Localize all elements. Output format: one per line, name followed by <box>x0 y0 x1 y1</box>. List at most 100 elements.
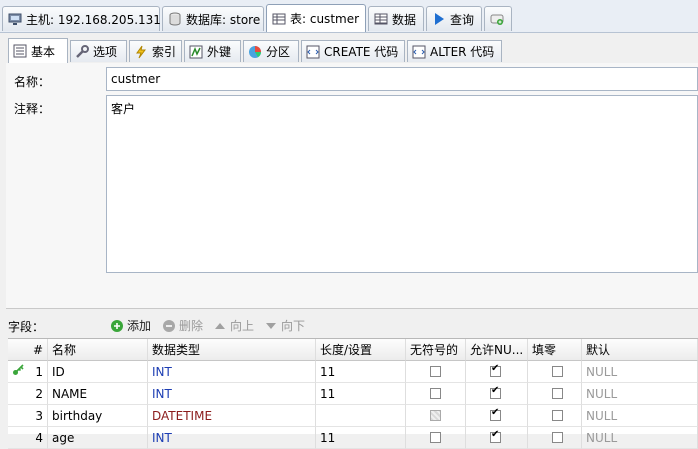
zerofill-cell <box>528 427 582 449</box>
allow-null-checkbox[interactable] <box>490 407 501 421</box>
tab-partitions-label: 分区 <box>266 45 291 59</box>
zerofill-checkbox[interactable] <box>552 432 563 443</box>
move-up-button[interactable]: 向上 <box>213 317 254 334</box>
data-type-cell[interactable]: INT <box>148 383 316 405</box>
default-cell[interactable]: NULL <box>582 383 698 405</box>
zerofill-checkbox[interactable] <box>552 366 563 377</box>
data-type-cell[interactable]: DATETIME <box>148 405 316 427</box>
allow-null-checkbox[interactable] <box>490 429 501 443</box>
default-cell[interactable]: NULL <box>582 427 698 449</box>
unsigned-cell <box>406 383 466 405</box>
zerofill-cell <box>528 361 582 383</box>
allow-null-cell <box>466 383 528 405</box>
fields-toolbar: 字段： 添加 删除 向上 向下 <box>6 315 698 335</box>
tab-options-label: 选项 <box>93 45 118 59</box>
field-name-cell[interactable]: ID <box>48 361 148 383</box>
grid-header-row: # 名称 数据类型 长度/设置 无符号的 允许NU... 填零 默认 <box>8 339 698 361</box>
header-type[interactable]: 数据类型 <box>148 339 316 361</box>
play-icon <box>435 13 444 25</box>
allow-null-cell <box>466 361 528 383</box>
remove-icon <box>163 319 175 332</box>
header-num[interactable]: # <box>8 339 48 361</box>
row-number-cell: 4 <box>8 427 48 449</box>
header-allow-null[interactable]: 允许NU... <box>466 339 528 361</box>
delete-field-label: 删除 <box>179 319 204 333</box>
tab-data[interactable]: 数据 <box>368 6 424 31</box>
default-cell[interactable]: NULL <box>582 361 698 383</box>
name-label: 名称： <box>14 75 51 89</box>
grid-icon <box>374 13 388 25</box>
table-editor-panel: 基本 选项 索引 外键 分区 CREATE 代码 ALTER 代码 名称： cu… <box>6 33 698 449</box>
tab-foreign-keys[interactable]: 外键 <box>184 40 241 62</box>
comment-textarea[interactable]: 客户 <box>106 95 698 273</box>
header-length[interactable]: 长度/设置 <box>316 339 406 361</box>
unsigned-checkbox[interactable] <box>430 410 441 421</box>
foreign-key-icon <box>189 45 203 58</box>
tab-basic[interactable]: 基本 <box>8 38 68 63</box>
row-number-cell: 2 <box>8 383 48 405</box>
header-default[interactable]: 默认 <box>582 339 698 361</box>
zerofill-checkbox[interactable] <box>552 388 563 399</box>
new-query-tab-button[interactable] <box>484 6 512 31</box>
default-cell[interactable]: NULL <box>582 405 698 427</box>
add-field-button[interactable]: 添加 <box>110 317 151 334</box>
code-icon <box>306 45 320 58</box>
lightning-icon <box>136 45 146 58</box>
header-name[interactable]: 名称 <box>48 339 148 361</box>
tab-create-code[interactable]: CREATE 代码 <box>301 40 405 62</box>
new-query-icon <box>490 14 504 25</box>
name-input[interactable]: custmer <box>106 67 698 91</box>
tab-partitions[interactable]: 分区 <box>243 40 299 62</box>
tab-query-label: 查询 <box>450 12 475 27</box>
length-cell[interactable]: 11 <box>316 383 406 405</box>
tab-host[interactable]: 主机: 192.168.205.131 <box>2 6 161 31</box>
zerofill-cell <box>528 383 582 405</box>
field-name-cell[interactable]: NAME <box>48 383 148 405</box>
unsigned-checkbox[interactable] <box>430 432 441 443</box>
move-down-button[interactable]: 向下 <box>264 317 305 334</box>
tab-indexes[interactable]: 索引 <box>129 40 182 62</box>
allow-null-checkbox[interactable] <box>490 363 501 377</box>
tab-table[interactable]: 表: custmer <box>266 4 366 32</box>
table-row[interactable]: 2 NAMEINT11 NULL <box>8 383 698 405</box>
field-name-cell[interactable]: birthday <box>48 405 148 427</box>
tab-alter-code[interactable]: ALTER 代码 <box>407 40 502 62</box>
length-cell[interactable] <box>316 405 406 427</box>
sub-tab-bar: 基本 选项 索引 外键 分区 CREATE 代码 ALTER 代码 <box>6 37 698 67</box>
fields-label: 字段： <box>8 320 45 334</box>
zerofill-checkbox[interactable] <box>552 410 563 421</box>
table-row[interactable]: 4ageINT11 NULL <box>8 427 698 449</box>
row-number: 3 <box>35 408 43 423</box>
fields-grid: # 名称 数据类型 长度/设置 无符号的 允许NU... 填零 默认 1 ID IN… <box>8 338 698 449</box>
tab-query[interactable]: 查询 <box>426 6 482 31</box>
wrench-icon <box>76 44 89 58</box>
unsigned-cell <box>406 427 466 449</box>
move-down-label: 向下 <box>281 319 306 333</box>
table-row[interactable]: 1 IDINT11 NULL <box>8 361 698 383</box>
header-zerofill[interactable]: 填零 <box>528 339 582 361</box>
database-icon <box>169 12 181 26</box>
length-cell[interactable]: 11 <box>316 361 406 383</box>
length-cell[interactable]: 11 <box>316 427 406 449</box>
tab-database[interactable]: 数据库: store <box>162 6 264 31</box>
top-tab-bar: 主机: 192.168.205.131 数据库: store 表: custme… <box>0 0 698 33</box>
tab-host-label: 主机: 192.168.205.131 <box>26 12 161 27</box>
tab-create-code-label: CREATE 代码 <box>324 45 399 59</box>
header-unsigned[interactable]: 无符号的 <box>406 339 466 361</box>
unsigned-cell <box>406 361 466 383</box>
unsigned-checkbox[interactable] <box>430 388 441 399</box>
unsigned-checkbox[interactable] <box>430 366 441 377</box>
arrow-down-icon <box>266 322 276 329</box>
tab-table-label: 表: custmer <box>290 12 360 26</box>
primary-key-icon <box>12 364 24 379</box>
table-row[interactable]: 3 birthdayDATETIME NULL <box>8 405 698 427</box>
delete-field-button[interactable]: 删除 <box>162 317 203 334</box>
tab-options[interactable]: 选项 <box>70 40 127 62</box>
move-up-label: 向上 <box>230 319 255 333</box>
field-name-cell[interactable]: age <box>48 427 148 449</box>
data-type-cell[interactable]: INT <box>148 427 316 449</box>
tab-data-label: 数据 <box>392 12 417 27</box>
data-type-cell[interactable]: INT <box>148 361 316 383</box>
allow-null-checkbox[interactable] <box>490 385 501 399</box>
allow-null-cell <box>466 427 528 449</box>
